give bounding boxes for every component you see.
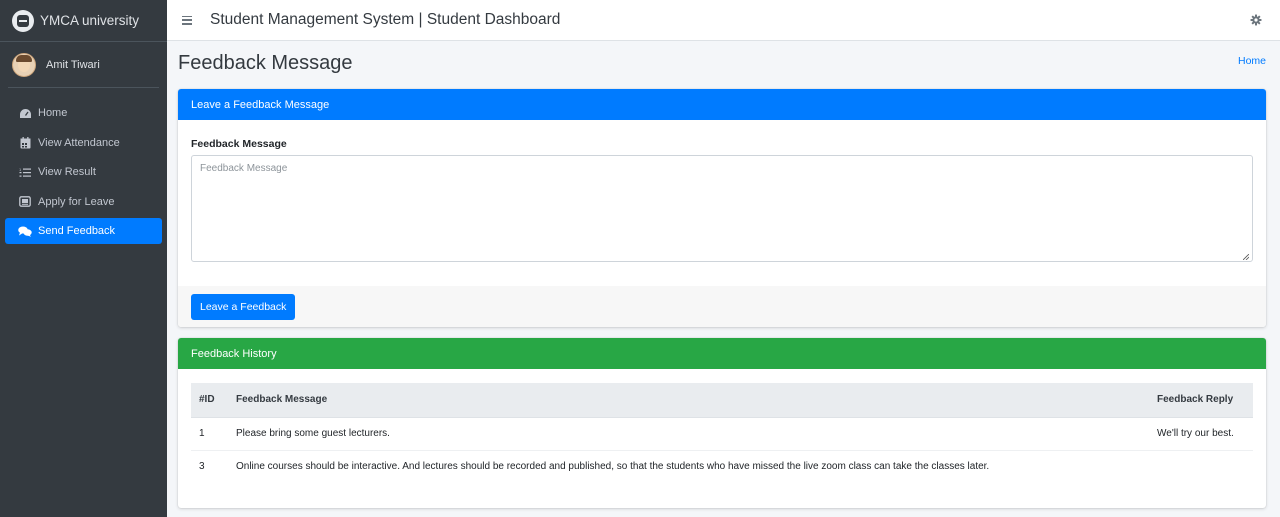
feedback-history-card: Feedback History #ID Feedback Message Fe… [178, 338, 1266, 508]
gear-icon[interactable] [1250, 14, 1262, 26]
cell-message: Please bring some guest lecturers. [228, 417, 1149, 451]
sidebar-item-label: Apply for Leave [38, 195, 115, 208]
sidebar-item-view-result[interactable]: 1 View Result [5, 159, 162, 185]
top-navbar: Student Management System | Student Dash… [167, 0, 1280, 41]
envelope-icon [18, 196, 32, 208]
list-icon: 1 [18, 166, 32, 178]
sidebar-item-label: View Result [38, 166, 96, 178]
page-title: Feedback Message [178, 52, 353, 74]
feedback-history-table: #ID Feedback Message Feedback Reply 1 Pl… [191, 383, 1253, 483]
leave-feedback-button[interactable]: Leave a Feedback [191, 294, 296, 320]
sidebar-nav: Home View Attendance 1 View Result Apply… [0, 100, 167, 244]
sidebar-item-view-attendance[interactable]: View Attendance [5, 130, 162, 156]
cell-message: Online courses should be interactive. An… [236, 461, 990, 473]
svg-text:1: 1 [19, 167, 22, 172]
avatar [12, 52, 36, 77]
feedback-history-card-title: Feedback History [178, 338, 1266, 369]
user-panel[interactable]: Amit Tiwari [8, 42, 159, 88]
sidebar-item-label: Send Feedback [38, 225, 116, 237]
app-title: Student Management System | Student Dash… [210, 11, 561, 28]
menu-toggle-icon[interactable] [182, 15, 192, 25]
feedback-form-card-title: Leave a Feedback Message [178, 89, 1266, 120]
cell-reply [1149, 450, 1253, 483]
feedback-message-label: Feedback Message [191, 138, 287, 150]
feedback-form-footer: Leave a Feedback [178, 286, 1266, 327]
feedback-message-placeholder: Feedback Message [200, 163, 288, 174]
column-header-reply: Feedback Reply [1149, 383, 1253, 418]
sidebar-item-apply-for-leave[interactable]: Apply for Leave [5, 189, 162, 215]
feedback-form-card: Leave a Feedback Message Feedback Messag… [178, 89, 1266, 327]
sidebar-item-send-feedback[interactable]: Send Feedback [5, 218, 162, 244]
sidebar-item-home[interactable]: Home [5, 100, 162, 126]
dashboard-icon [18, 107, 32, 119]
calendar-icon [18, 136, 32, 149]
brand-link[interactable]: YMCA university [0, 0, 167, 42]
cell-id: 1 [191, 417, 228, 451]
sidebar: YMCA university Amit Tiwari Home View At… [0, 0, 167, 517]
university-logo-icon [12, 9, 34, 32]
cell-reply: We'll try our best. [1149, 417, 1253, 451]
content-wrapper: Feedback Message Home Leave a Feedback M… [167, 41, 1280, 517]
comments-icon [18, 225, 32, 237]
breadcrumb-home-link[interactable]: Home [1238, 55, 1266, 67]
sidebar-item-label: Home [38, 107, 68, 119]
cell-id: 3 [199, 461, 205, 473]
table-header-row: #ID Feedback Message Feedback Reply [191, 383, 1253, 418]
table-row: 3 Online courses should be interactive. … [191, 450, 1253, 483]
column-header-message: Feedback Message [228, 383, 1149, 418]
sidebar-item-label: View Attendance [38, 136, 120, 149]
brand-name: YMCA university [40, 13, 140, 28]
feedback-message-input[interactable]: Feedback Message [191, 155, 1253, 262]
table-row: 1 Please bring some guest lecturers. We'… [191, 417, 1253, 451]
column-header-id: #ID [191, 383, 228, 418]
user-name: Amit Tiwari [46, 58, 100, 71]
resize-handle-icon[interactable] [1242, 252, 1250, 261]
